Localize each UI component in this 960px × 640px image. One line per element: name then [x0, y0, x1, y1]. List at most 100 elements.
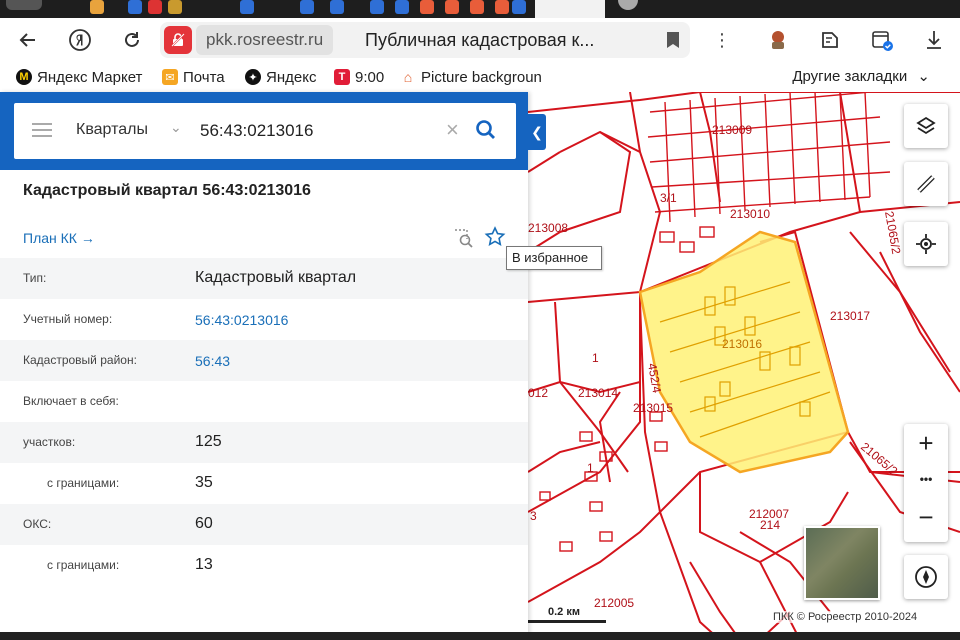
chevron-left-icon: ❮: [531, 123, 543, 140]
home-icon: ⌂: [403, 69, 413, 85]
favorite-tooltip: В избранное: [506, 246, 602, 270]
bookmark-page-icon[interactable]: [666, 31, 680, 49]
taskbar-edge: [0, 632, 960, 640]
map-copyright: ПКК © Росреестр 2010-2024: [773, 611, 918, 623]
bookmarks-bar: M Яндекс Маркет ✉ Почта ✦ Яндекс T 9:00 …: [0, 62, 960, 92]
reload-icon[interactable]: [118, 26, 146, 54]
bookmark-yandex[interactable]: ✦ Яндекс: [245, 67, 316, 87]
menu-icon[interactable]: [32, 123, 52, 137]
tab-favicon[interactable]: [128, 0, 142, 14]
zoom-to-object-icon[interactable]: [453, 228, 475, 248]
plan-kk-link[interactable]: План КК →: [23, 230, 95, 246]
map-label: 3: [530, 509, 537, 523]
measure-button[interactable]: [904, 162, 948, 206]
cadastral-number-link[interactable]: 56:43:0213016: [195, 312, 288, 328]
compass-icon: [915, 566, 937, 588]
cadastral-district-link[interactable]: 56:43: [195, 353, 230, 369]
map-label: 213009: [712, 123, 752, 137]
attribute-row: с границами: 13: [0, 545, 528, 586]
attribute-value: 125: [195, 433, 222, 450]
zoom-in-button[interactable]: +: [904, 428, 948, 459]
clear-icon[interactable]: ×: [446, 117, 459, 143]
bookmark-t[interactable]: T 9:00: [334, 67, 384, 87]
bookmark-yandex-market[interactable]: M Яндекс Маркет: [16, 67, 142, 87]
map-label: 213010: [730, 207, 770, 221]
tab-favicon[interactable]: [168, 0, 182, 14]
active-tab[interactable]: [535, 0, 605, 18]
other-bookmarks-button[interactable]: Другие закладки ⌄: [792, 67, 930, 87]
map-label: 213008: [528, 221, 568, 235]
market-icon: M: [16, 69, 32, 85]
site-security-icon[interactable]: [164, 26, 192, 54]
download-icon[interactable]: [920, 26, 948, 54]
collapse-panel-button[interactable]: ❮: [528, 114, 546, 150]
calendar-badge-icon[interactable]: [868, 26, 896, 54]
attribute-row: Включает в себя:: [0, 381, 528, 422]
map-label: 3/1: [660, 191, 677, 205]
bookmark-picture-background[interactable]: ⌂ Picture backgroun: [400, 67, 542, 87]
locate-button[interactable]: [904, 222, 948, 266]
bookmark-mail[interactable]: ✉ Почта: [162, 67, 225, 87]
arrow-left-icon[interactable]: [14, 26, 42, 54]
attribute-value: 13: [195, 556, 213, 573]
attribute-key: Включает в себя:: [23, 394, 119, 408]
map-label: 012: [528, 386, 548, 400]
favorite-star-icon[interactable]: [484, 226, 506, 248]
more-options-button[interactable]: •••: [904, 472, 948, 486]
url-domain[interactable]: pkk.rosreestr.ru: [196, 25, 334, 55]
tab-strip: [0, 0, 960, 18]
tab-favicon[interactable]: [420, 0, 434, 14]
address-bar[interactable]: pkk.rosreestr.ru Публичная кадастровая к…: [160, 22, 690, 58]
tab-favicon[interactable]: [370, 0, 384, 14]
attribute-row: с границами: 35: [0, 463, 528, 504]
attribute-value: 60: [195, 515, 213, 532]
chevron-down-icon[interactable]: ⌄: [170, 119, 182, 136]
compass-button[interactable]: [904, 555, 948, 599]
search-input[interactable]: 56:43:0213016: [200, 121, 313, 141]
extension-avatar-icon[interactable]: [764, 26, 792, 54]
map-label: 213015: [633, 401, 673, 415]
satellite-basemap-toggle[interactable]: [804, 526, 880, 600]
tab-favicon[interactable]: [148, 0, 162, 14]
search-category-select[interactable]: Кварталы: [76, 121, 148, 139]
tab-favicon[interactable]: [240, 0, 254, 14]
attribute-table: Тип: Кадастровый квартал Учетный номер: …: [0, 258, 528, 586]
crosshair-icon: [916, 234, 936, 254]
map-label: 212005: [594, 596, 634, 610]
profile-avatar[interactable]: [618, 0, 638, 10]
tab-favicon[interactable]: [470, 0, 484, 14]
collections-icon[interactable]: [816, 26, 844, 54]
other-bookmarks-label: Другие закладки: [792, 68, 908, 85]
map-label: 213017: [830, 309, 870, 323]
tab-favicon[interactable]: [330, 0, 344, 14]
attribute-row: Тип: Кадастровый квартал: [0, 258, 528, 299]
zoom-out-button[interactable]: −: [904, 502, 948, 533]
more-vertical-icon[interactable]: ⋮: [708, 26, 736, 54]
tab-favicon[interactable]: [90, 0, 104, 14]
search-icon[interactable]: [474, 118, 498, 142]
layers-icon: [916, 116, 936, 135]
attribute-key: участков:: [23, 435, 76, 449]
map-label: 1: [587, 461, 594, 475]
attribute-key: с границами:: [47, 558, 120, 572]
map-label: 213016: [722, 337, 762, 351]
tab-favicon[interactable]: [300, 0, 314, 14]
attribute-key: с границами:: [47, 476, 120, 490]
bookmark-label: Яндекс: [266, 68, 317, 86]
tab-favicon[interactable]: [495, 0, 509, 14]
tab-favicon[interactable]: [512, 0, 526, 14]
map-label: 213014: [578, 386, 618, 400]
tab-favicon[interactable]: [395, 0, 409, 14]
tab-favicon[interactable]: [445, 0, 459, 14]
map-label: 214: [760, 518, 780, 532]
t-icon: T: [334, 69, 350, 85]
layers-button[interactable]: [904, 104, 948, 148]
browser-toolbar: pkk.rosreestr.ru Публичная кадастровая к…: [0, 18, 960, 62]
tab-overview-button[interactable]: [6, 0, 42, 10]
search-box: Кварталы ⌄ 56:43:0213016 ×: [14, 103, 516, 159]
chevron-down-icon: ⌄: [917, 68, 930, 85]
map-label: 1: [592, 351, 599, 365]
yandex-ya-icon[interactable]: [66, 26, 94, 54]
scale-label: 0.2 км: [548, 606, 580, 618]
attribute-row: участков: 125: [0, 422, 528, 463]
